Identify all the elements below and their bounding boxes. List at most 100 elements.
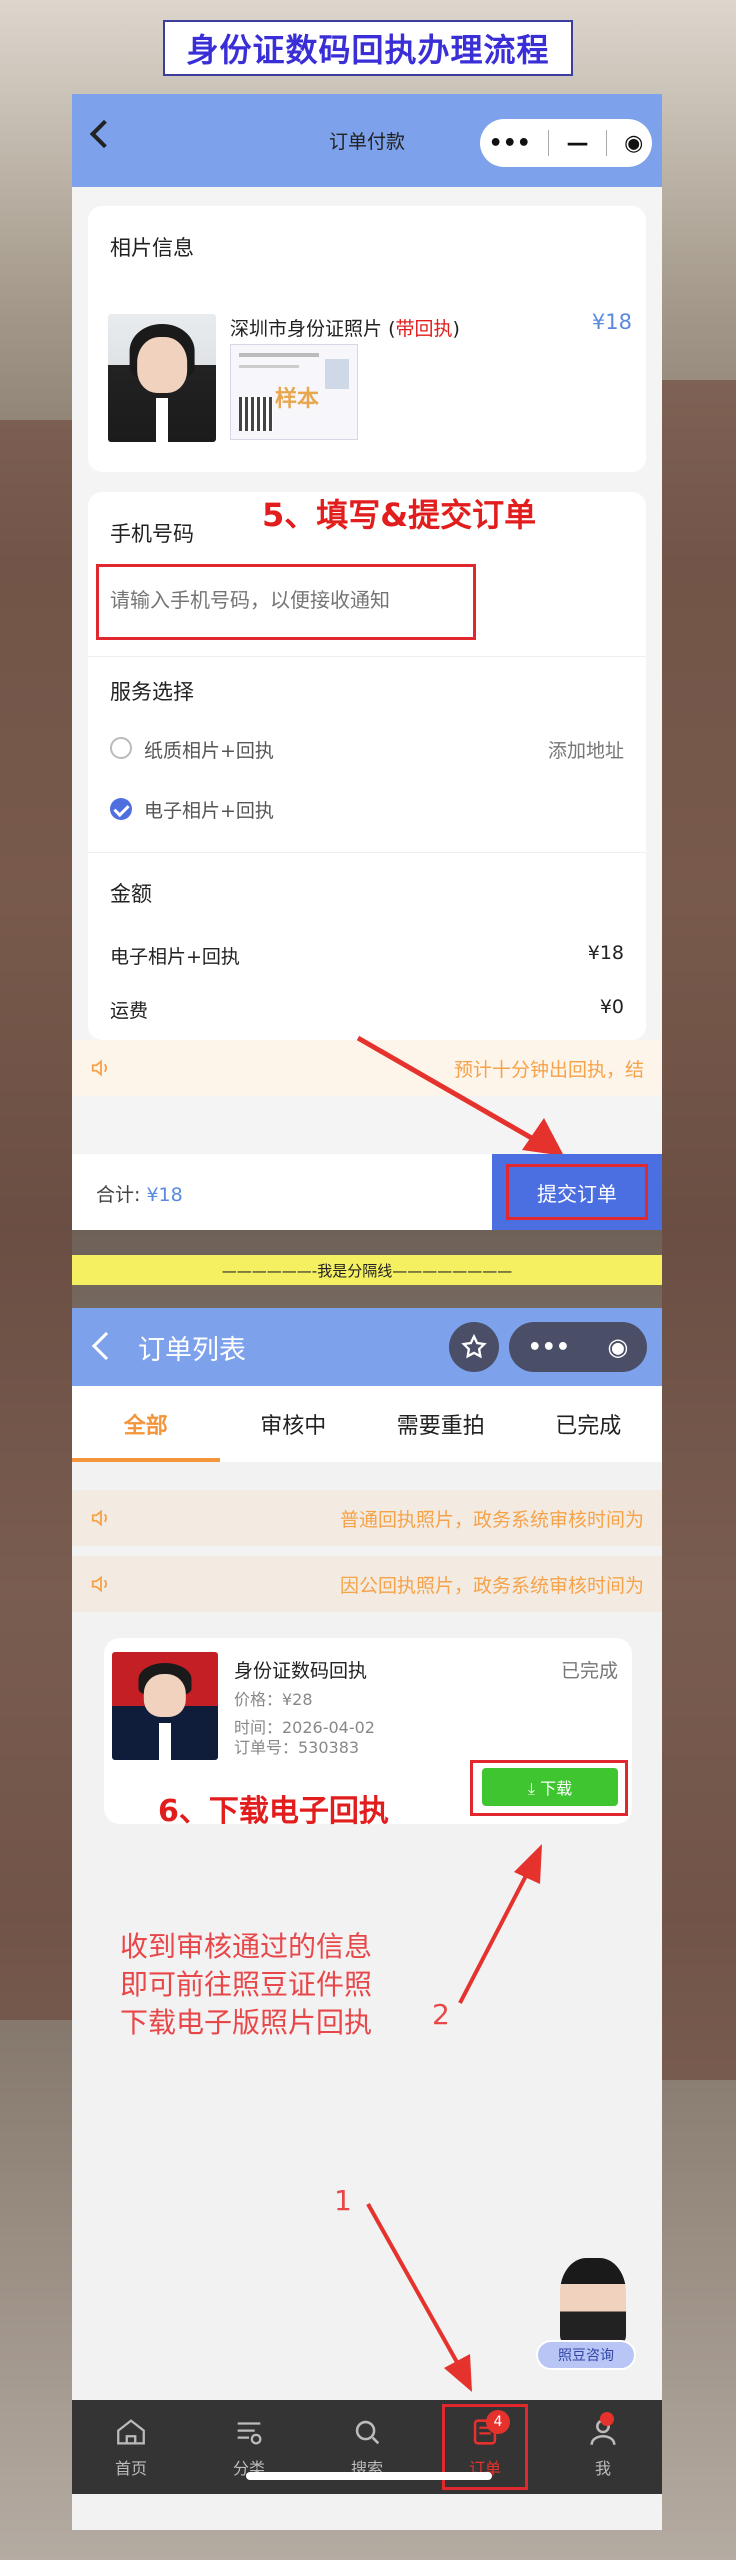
minimize-icon[interactable]: — xyxy=(566,131,588,156)
instruction-line: 下载电子版照片回执 xyxy=(120,2006,373,2039)
speaker-icon xyxy=(91,1509,107,1527)
tab-reviewing[interactable]: 审核中 xyxy=(220,1386,368,1462)
step1-label: 1 xyxy=(334,2184,352,2217)
order-photo xyxy=(112,1652,218,1760)
order-pay-screen: 订单付款 ••• — ◉ 相片信息 深圳市身份证照片 (带回执) ¥18 样本 … xyxy=(72,94,662,1230)
speaker-icon xyxy=(91,1059,107,1077)
back-icon[interactable] xyxy=(91,1331,121,1361)
step6-annotation: 6、下载电子回执 xyxy=(158,1794,389,1829)
order-status: 已完成 xyxy=(560,1660,618,1682)
phone-input-highlight xyxy=(96,564,476,640)
page-title-text: 身份证数码回执办理流程 xyxy=(186,31,550,69)
page-title: 身份证数码回执办理流程 xyxy=(163,20,573,76)
tab-completed[interactable]: 已完成 xyxy=(515,1386,663,1462)
order-list-screen: 订单列表 ••• ◉ 全部 审核中 需要重拍 已完成 普通回执照片，政务系统审核… xyxy=(72,1308,662,2530)
phone-section-title: 手机号码 xyxy=(110,522,194,546)
separator-banner: ——————-我是分隔线———————— xyxy=(72,1255,662,1285)
order-number: 订单号：530383 xyxy=(234,1738,360,1757)
paper-option-radio[interactable] xyxy=(110,737,132,759)
mini-program-capsule[interactable]: ••• — ◉ xyxy=(480,119,652,167)
mini-program-capsule[interactable]: ••• ◉ xyxy=(509,1322,647,1372)
consultant-avatar xyxy=(560,2258,626,2344)
step2-label: 2 xyxy=(432,1998,450,2031)
close-target-icon[interactable]: ◉ xyxy=(624,131,643,156)
amount-row-label: 电子相片+回执 xyxy=(110,946,240,968)
consult-label[interactable]: 照豆咨询 xyxy=(536,2340,636,2370)
product-name-line: 深圳市身份证照片 (带回执) xyxy=(230,314,460,341)
divider-line xyxy=(88,656,646,657)
receipt-qr-code xyxy=(239,397,273,431)
arrow-to-order-tab xyxy=(366,2203,472,2392)
more-icon[interactable]: ••• xyxy=(489,131,531,156)
receipt-line xyxy=(239,353,319,357)
more-icon[interactable]: ••• xyxy=(528,1335,570,1360)
receipt-sample-image: 样本 xyxy=(230,344,358,440)
instruction-note: 收到审核通过的信息 即可前往照豆证件照 下载电子版照片回执 xyxy=(120,1928,372,2042)
photo-collar xyxy=(155,398,169,442)
speaker-icon xyxy=(91,1575,107,1593)
paper-option-label[interactable]: 纸质相片+回执 xyxy=(144,736,274,763)
tab-all[interactable]: 全部 xyxy=(72,1386,220,1462)
submit-order-button[interactable]: 提交订单 xyxy=(492,1154,662,1230)
background-building-right xyxy=(662,380,736,2080)
product-name: 深圳市身份证照片 xyxy=(230,318,383,340)
total-line: 合计: ¥18 xyxy=(96,1180,183,1207)
instruction-line: 收到审核通过的信息 xyxy=(120,1930,373,1963)
submit-order-label[interactable]: 提交订单 xyxy=(506,1164,648,1220)
receipt-tag-close: ) xyxy=(452,318,460,340)
close-target-icon[interactable]: ◉ xyxy=(607,1333,628,1361)
star-icon[interactable] xyxy=(449,1322,499,1372)
photo-info-card: 相片信息 深圳市身份证照片 (带回执) ¥18 样本 xyxy=(88,206,646,472)
electronic-option-radio[interactable] xyxy=(110,798,132,820)
add-address-link[interactable]: 添加地址 xyxy=(548,736,624,763)
home-indicator xyxy=(246,2472,492,2480)
id-photo-thumbnail xyxy=(108,314,216,442)
shipping-row-label: 运费 xyxy=(110,1000,149,1022)
search-icon xyxy=(355,2420,380,2445)
arrow-to-submit xyxy=(356,1035,564,1156)
tabbar-item-home[interactable]: 首页 xyxy=(72,2400,190,2494)
order-tabs: 全部 审核中 需要重拍 已完成 xyxy=(72,1386,662,1462)
tabbar-item-me[interactable]: 我 xyxy=(544,2400,662,2494)
capsule-separator xyxy=(548,130,550,156)
total-value: ¥18 xyxy=(146,1184,183,1206)
consult-floating-button[interactable]: 照豆咨询 xyxy=(536,2258,656,2382)
photo-info-title: 相片信息 xyxy=(110,236,194,260)
service-section-title: 服务选择 xyxy=(110,680,194,704)
receipt-mini-photo xyxy=(325,359,349,389)
receipt-tag: 带回执 xyxy=(395,318,453,340)
amount-row-value: ¥18 xyxy=(587,942,624,964)
instruction-line: 即可前往照豆证件照 xyxy=(120,1968,373,2001)
nav-bar: 订单付款 ••• — ◉ xyxy=(72,94,662,187)
photo-collar xyxy=(158,1723,172,1760)
step5-annotation: 5、填写&提交订单 xyxy=(262,496,537,534)
notice-text: 因公回执照片，政务系统审核时间为 xyxy=(339,1574,644,1597)
order-price: 价格：¥28 xyxy=(234,1690,313,1709)
bottom-bar: 合计: ¥18 提交订单 xyxy=(72,1154,662,1230)
bottom-tab-bar: 首页 分类 搜索 4 订单 我 xyxy=(72,2400,662,2494)
product-price: ¥18 xyxy=(591,310,632,334)
arrow-to-download xyxy=(458,1844,542,2004)
total-label: 合计: xyxy=(96,1184,141,1206)
notice-bar: 因公回执照片，政务系统审核时间为 xyxy=(72,1556,662,1612)
tabbar-label: 首页 xyxy=(114,2459,147,2478)
category-icon xyxy=(237,2422,262,2445)
amount-section-title: 金额 xyxy=(110,882,152,906)
order-name: 身份证数码回执 xyxy=(234,1660,368,1682)
order-form-card: 手机号码 服务选择 纸质相片+回执 添加地址 电子相片+回执 金额 电子相片+回… xyxy=(88,492,646,1040)
nav-title: 订单列表 xyxy=(138,1334,246,1366)
back-icon[interactable] xyxy=(89,119,119,149)
electronic-option-label[interactable]: 电子相片+回执 xyxy=(144,796,274,823)
divider-line xyxy=(88,852,646,853)
photo-face xyxy=(143,1673,187,1717)
tab-retake[interactable]: 需要重拍 xyxy=(367,1386,515,1462)
home-icon xyxy=(117,2419,145,2445)
receipt-line xyxy=(239,365,299,368)
tabbar-label: 我 xyxy=(594,2459,611,2478)
capsule-separator xyxy=(605,130,607,156)
nav-bar: 订单列表 ••• ◉ xyxy=(72,1308,662,1386)
background-building-left xyxy=(0,420,72,2020)
notice-bar: 普通回执照片，政务系统审核时间为 xyxy=(72,1490,662,1546)
download-highlight xyxy=(470,1760,628,1816)
sample-stamp: 样本 xyxy=(275,387,320,412)
